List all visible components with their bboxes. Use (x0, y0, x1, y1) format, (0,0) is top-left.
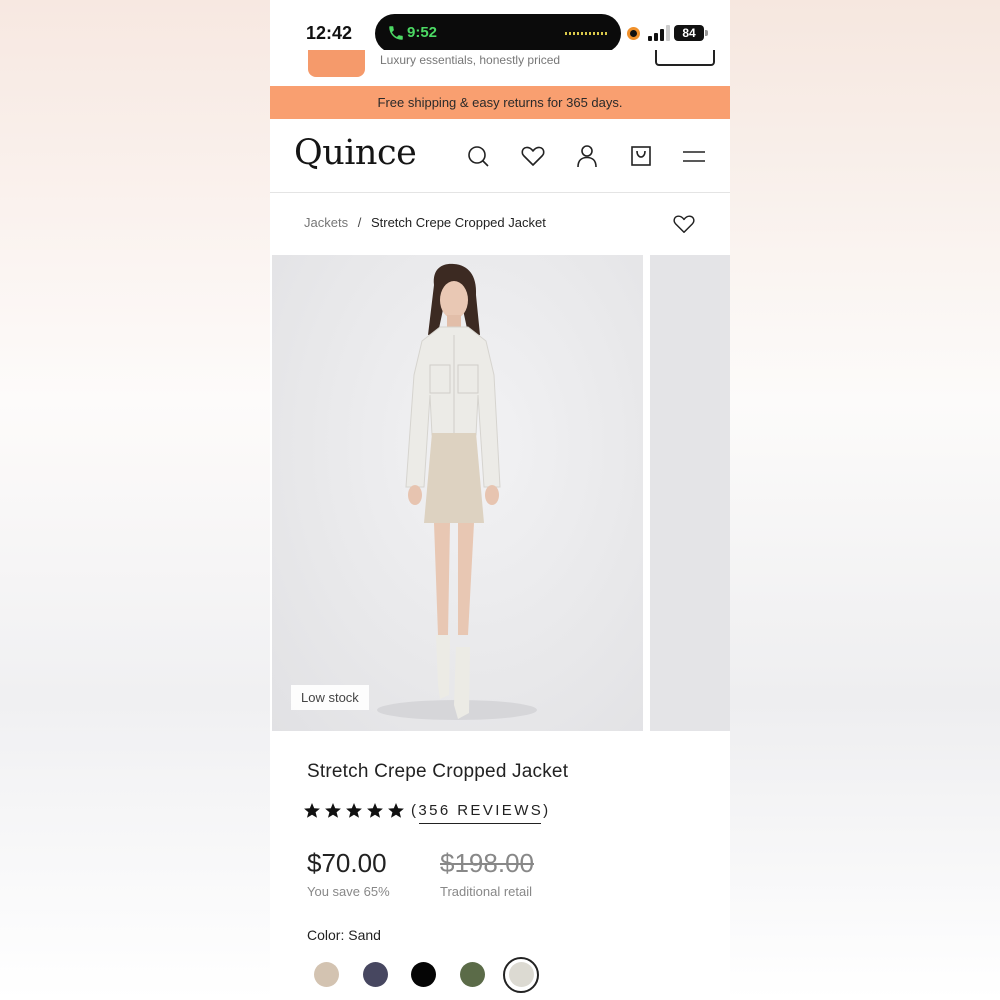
cart-icon[interactable] (628, 143, 654, 169)
color-swatch-navy[interactable] (363, 962, 388, 987)
breadcrumb: Jackets / Stretch Crepe Cropped Jacket (304, 215, 546, 230)
reviews-link[interactable]: (356 REVIEWS) (411, 802, 551, 819)
color-swatch-sand[interactable] (509, 962, 534, 987)
star-rating-icon (304, 803, 404, 818)
background-left (0, 0, 270, 1000)
status-time: 12:42 (306, 23, 353, 43)
reviews-underline (419, 823, 541, 824)
model-photo (377, 263, 537, 720)
call-duration: 9:52 (407, 24, 438, 41)
color-swatch-black[interactable] (411, 962, 436, 987)
phone-call-icon (389, 26, 403, 40)
wishlist-heart-icon[interactable] (672, 213, 696, 235)
low-stock-badge: Low stock (291, 685, 369, 710)
color-label-prefix: Color: (307, 927, 345, 943)
savings-text: You save 65% (307, 884, 390, 899)
product-image-main[interactable]: Low stock (272, 255, 643, 731)
product-image-gallery[interactable]: Low stock (270, 255, 730, 731)
menu-icon[interactable] (681, 143, 707, 169)
color-swatch-tan[interactable] (314, 962, 339, 987)
background-right (730, 0, 1000, 1000)
cellular-signal-icon (648, 25, 670, 41)
battery-icon: 84 (674, 25, 704, 41)
breadcrumb-separator: / (357, 215, 362, 230)
breadcrumb-bar: Jackets / Stretch Crepe Cropped Jacket (270, 194, 730, 254)
heart-icon[interactable] (520, 143, 546, 169)
traditional-retail-label: Traditional retail (440, 884, 533, 899)
open-app-button[interactable] (655, 50, 715, 66)
breadcrumb-current: Stretch Crepe Cropped Jacket (370, 215, 546, 230)
app-badge (308, 50, 365, 77)
search-icon[interactable] (466, 143, 492, 169)
battery-tip (705, 30, 708, 36)
breadcrumb-jackets-link[interactable]: Jackets (304, 215, 348, 230)
traditional-price: $198.00 (440, 848, 534, 878)
product-info: Stretch Crepe Cropped Jacket (356 REVIEW… (270, 731, 730, 1000)
brand-logo[interactable]: Quince (294, 133, 417, 173)
audio-waveform-icon (565, 32, 609, 35)
selected-color-name: Sand (348, 927, 381, 943)
phone-screen: 12:42 9:52 84 Luxury essentials, honestl… (270, 0, 730, 1000)
account-icon[interactable] (574, 143, 600, 169)
color-swatch-olive[interactable] (460, 962, 485, 987)
color-label: Color: Sand (307, 927, 381, 943)
recording-indicator-icon (627, 27, 640, 40)
active-call-pill[interactable]: 9:52 (375, 14, 621, 53)
promo-banner[interactable]: Free shipping & easy returns for 365 day… (270, 86, 730, 119)
product-image-next[interactable] (650, 255, 730, 731)
tagline: Luxury essentials, honestly priced (380, 53, 561, 67)
sale-price: $70.00 (307, 848, 387, 878)
product-title: Stretch Crepe Cropped Jacket (307, 761, 569, 782)
scrolled-header-remnant: Luxury essentials, honestly priced (270, 50, 730, 86)
site-header: Quince (270, 119, 730, 193)
